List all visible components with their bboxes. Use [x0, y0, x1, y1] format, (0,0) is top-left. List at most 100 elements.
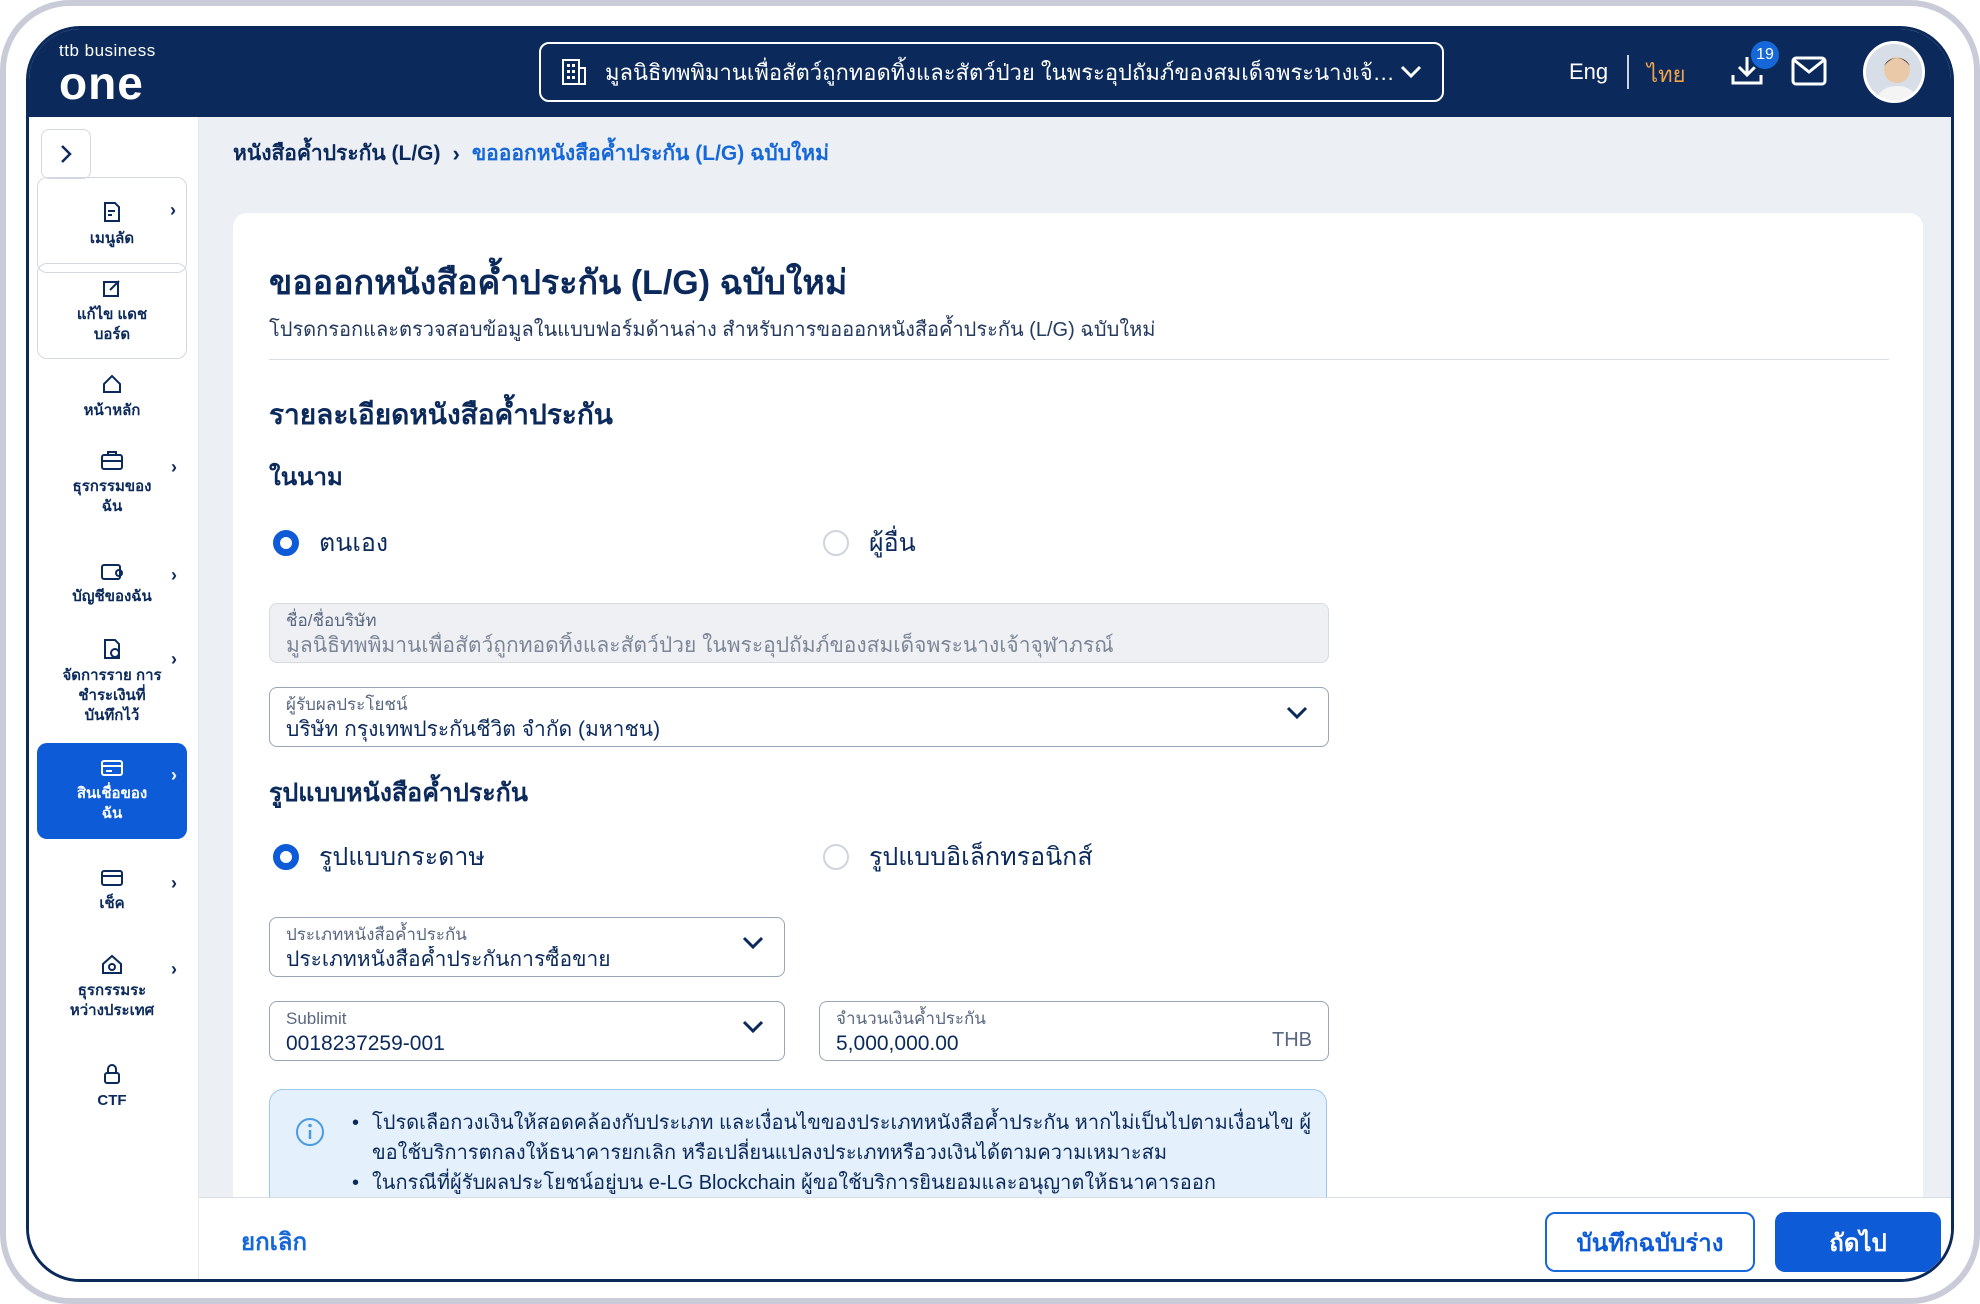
sidebar-item-my-transactions[interactable]: ธุรกรรมของ ฉัน › — [37, 435, 187, 531]
sidebar-item-my-loans[interactable]: สินเชื่อของ ฉัน › — [37, 743, 187, 839]
sidebar-item-label: ธุรกรรมของ ฉัน — [72, 478, 152, 515]
avatar[interactable] — [1863, 41, 1925, 103]
card-icon — [101, 760, 123, 776]
field-label: ชื่อ/ชื่อบริษัท — [286, 611, 377, 630]
sidebar-item-label: หน้าหลัก — [83, 402, 141, 419]
breadcrumb-parent[interactable]: หนังสือค้ำประกัน (L/G) — [233, 137, 441, 170]
company-name-field: ชื่อ/ชื่อบริษัท มูลนิธิทพพิมานเพื่อสัตว์… — [269, 603, 1329, 663]
sublimit-select[interactable]: Sublimit 0018237259-001 — [269, 1001, 785, 1061]
lg-type-select[interactable]: ประเภทหนังสือค้ำประกัน ประเภทหนังสือค้ำป… — [269, 917, 785, 977]
lang-thai[interactable]: ไทย — [1647, 57, 1685, 92]
field-value: ประเภทหนังสือค้ำประกันการซื้อขาย — [286, 948, 611, 971]
logo-big-text: one — [59, 57, 144, 109]
info-icon — [296, 1118, 324, 1146]
chevron-down-icon — [742, 1020, 764, 1034]
lang-separator — [1627, 55, 1629, 89]
wallet-icon — [101, 564, 123, 580]
radio-other-label: ผู้อื่น — [869, 529, 916, 557]
page-title: ขอออกหนังสือค้ำประกัน (L/G) ฉบับใหม่ — [269, 264, 848, 302]
radio-unselected-icon — [823, 530, 849, 556]
format-section-title: รูปแบบหนังสือค้ำประกัน — [269, 779, 528, 807]
chevron-down-icon — [1286, 706, 1308, 720]
top-bar: ttb business one มูลนิธิทพพิมานเพื่อสัตว… — [29, 29, 1951, 117]
radio-unselected-icon — [823, 844, 849, 870]
sidebar-item-label: จัดการราย การชำระเงินที่ บันทึกไว้ — [62, 667, 162, 724]
beneficiary-select[interactable]: ผู้รับผลประโยชน์ บริษัท กรุงเทพประกันชีว… — [269, 687, 1329, 747]
sidebar-item-label: สินเชื่อของ ฉัน — [76, 785, 148, 822]
radio-self[interactable]: ตนเอง — [273, 523, 388, 563]
brand-logo[interactable]: ttb business one — [59, 41, 156, 109]
chevron-down-icon — [742, 936, 764, 950]
chevron-right-icon — [61, 145, 72, 163]
sidebar-item-label: เช็ค — [99, 895, 125, 912]
lang-english[interactable]: Eng — [1569, 59, 1608, 85]
mail-icon[interactable] — [1791, 56, 1827, 86]
field-value: มูลนิธิทพพิมานเพื่อสัตว์ถูกทอดทิ้งและสัต… — [286, 634, 1114, 657]
edit-icon — [103, 280, 120, 297]
sidebar-item-edit-dashboard[interactable]: แก้ไข แดชบอร์ด — [37, 263, 187, 359]
page-subtitle: โปรดกรอกและตรวจสอบข้อมูลในแบบฟอร์มด้านล่… — [269, 319, 1156, 341]
field-value: 5,000,000.00 — [836, 1032, 959, 1055]
cheque-icon — [101, 870, 123, 886]
company-name: มูลนิธิทพพิมานเพื่อสัตว์ถูกทอดทิ้งและสัต… — [605, 59, 1400, 85]
chevron-right-icon: › — [171, 649, 177, 669]
field-value: บริษัท กรุงเทพประกันชีวิต จำกัด (มหาชน) — [286, 718, 661, 741]
doc-payment-icon — [104, 639, 120, 659]
sidebar-item-home[interactable]: หน้าหลัก — [37, 357, 187, 437]
sidebar-item-label: บัญชีของฉัน — [72, 588, 152, 605]
section-title: รายละเอียดหนังสือค้ำประกัน — [269, 399, 613, 430]
radio-selected-icon — [273, 844, 299, 870]
field-label: Sublimit — [286, 1009, 347, 1028]
sidebar-item-saved-payments[interactable]: จัดการราย การชำระเงินที่ บันทึกไว้ › — [37, 627, 187, 737]
sidebar-item-label: เมนูลัด — [89, 230, 135, 247]
radio-self-label: ตนเอง — [319, 529, 389, 557]
divider — [269, 359, 1889, 360]
chevron-right-icon: › — [171, 873, 177, 893]
radio-other[interactable]: ผู้อื่น — [823, 523, 916, 563]
field-label: ผู้รับผลประโยชน์ — [286, 695, 408, 714]
cancel-button[interactable]: ยกเลิก — [241, 1222, 307, 1261]
sidebar: เมนูลัด › แก้ไข แดชบอร์ด หน้าหลัก ธุรกรร… — [29, 117, 199, 1279]
sidebar-item-shortcut[interactable]: เมนูลัด › — [37, 177, 187, 273]
briefcase-icon — [101, 451, 123, 470]
footer-bar: ยกเลิก บันทึกฉบับร่าง ถัดไป — [199, 1197, 1951, 1279]
guarantee-amount-input[interactable]: จำนวนเงินค้ำประกัน 5,000,000.00 THB — [819, 1001, 1329, 1061]
sidebar-expand-button[interactable] — [41, 129, 91, 179]
radio-paper-format[interactable]: รูปแบบกระดาษ — [273, 837, 485, 877]
info-list: โปรดเลือกวงเงินให้สอดคล้องกับประเภท และเ… — [352, 1108, 1312, 1198]
sidebar-item-my-account[interactable]: บัญชีของฉัน › — [37, 543, 187, 623]
sidebar-item-international[interactable]: ธุรกรรมระ หว่างประเทศ › — [37, 937, 187, 1037]
form-card: ขอออกหนังสือค้ำประกัน (L/G) ฉบับใหม่ โปร… — [233, 213, 1923, 1253]
building-icon — [562, 59, 586, 85]
field-label: จำนวนเงินค้ำประกัน — [836, 1009, 986, 1028]
breadcrumb: หนังสือค้ำประกัน (L/G) › ขอออกหนังสือค้ำ… — [233, 137, 829, 170]
radio-selected-icon — [273, 530, 299, 556]
next-button[interactable]: ถัดไป — [1775, 1212, 1941, 1272]
info-item: โปรดเลือกวงเงินให้สอดคล้องกับประเภท และเ… — [352, 1108, 1312, 1168]
field-label: ประเภทหนังสือค้ำประกัน — [286, 925, 467, 944]
sidebar-item-ctf[interactable]: CTF — [37, 1047, 187, 1127]
chevron-right-icon: › — [170, 200, 176, 220]
lock-icon — [104, 1064, 120, 1084]
main-content: หนังสือค้ำประกัน (L/G) › ขอออกหนังสือค้ำ… — [199, 117, 1951, 1279]
chevron-right-icon: › — [171, 959, 177, 979]
company-selector[interactable]: มูลนิธิทพพิมานเพื่อสัตว์ถูกทอดทิ้งและสัต… — [539, 42, 1444, 102]
info-item: ในกรณีที่ผู้รับผลประโยชน์อยู่บน e-LG Blo… — [352, 1168, 1312, 1198]
save-draft-button[interactable]: บันทึกฉบับร่าง — [1545, 1212, 1755, 1272]
radio-paper-label: รูปแบบกระดาษ — [319, 843, 485, 871]
radio-electronic-format[interactable]: รูปแบบอิเล็กทรอนิกส์ — [823, 837, 1093, 877]
download-count-badge: 19 — [1749, 39, 1781, 71]
device-frame: ttb business one มูลนิธิทพพิมานเพื่อสัตว… — [0, 0, 1980, 1304]
field-value: 0018237259-001 — [286, 1032, 445, 1055]
app-screen: ttb business one มูลนิธิทพพิมานเพื่อสัตว… — [26, 26, 1954, 1282]
doc-shortcut-icon — [104, 202, 120, 222]
chevron-right-icon: › — [171, 457, 177, 477]
sidebar-item-label: CTF — [97, 1092, 127, 1109]
chevron-right-icon: › — [452, 140, 460, 166]
currency-unit: THB — [1272, 1029, 1312, 1051]
sidebar-item-label: แก้ไข แดชบอร์ด — [76, 306, 148, 343]
international-icon — [102, 954, 122, 974]
chevron-right-icon: › — [171, 765, 177, 785]
sidebar-item-cheque[interactable]: เช็ค › — [37, 851, 187, 931]
chevron-right-icon: › — [171, 565, 177, 585]
